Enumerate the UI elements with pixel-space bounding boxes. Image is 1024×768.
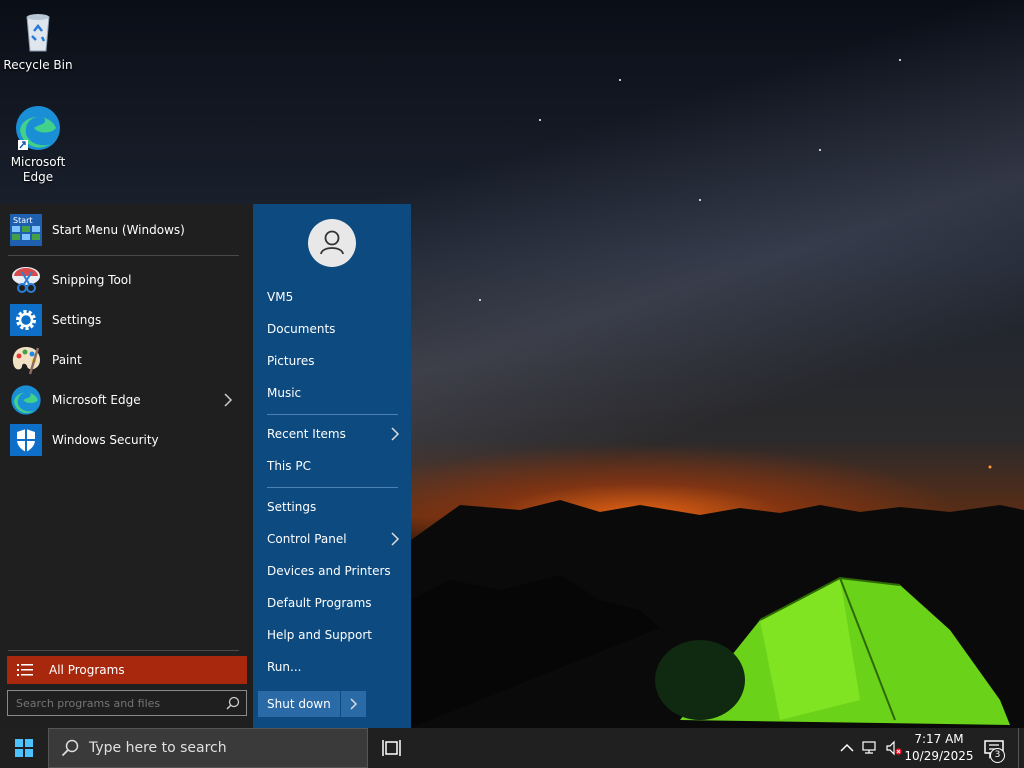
right-item-user[interactable]: VM5: [267, 284, 405, 310]
recycle-bin-icon: [26, 14, 50, 52]
start-menu: Start Start Menu (Windows) Snipping Tool…: [0, 204, 411, 728]
start-menu-right-pane: VM5 Documents Pictures Music Recent Item…: [253, 204, 411, 728]
clock[interactable]: 7:17 AM 10/29/2025: [904, 731, 974, 765]
right-item-label: Settings: [267, 500, 317, 514]
right-item-documents[interactable]: Documents: [267, 316, 405, 342]
app-label: Paint: [52, 353, 82, 367]
separator: [8, 255, 239, 256]
search-icon: [226, 696, 240, 710]
app-windows-security[interactable]: Windows Security: [8, 422, 246, 458]
snipping-tool-icon: [12, 267, 40, 293]
desktop-icon-edge[interactable]: Microsoft Edge: [3, 104, 73, 185]
app-snipping-tool[interactable]: Snipping Tool: [8, 262, 246, 298]
app-paint[interactable]: Paint: [8, 342, 246, 378]
right-item-pictures[interactable]: Pictures: [267, 348, 405, 374]
right-item-music[interactable]: Music: [267, 380, 405, 406]
right-item-devices-and-printers[interactable]: Devices and Printers: [267, 558, 405, 584]
chevron-right-icon: [391, 427, 400, 441]
app-label: Snipping Tool: [52, 273, 132, 287]
start-search-box[interactable]: [7, 690, 247, 716]
edge-icon: [11, 385, 41, 415]
task-view-icon[interactable]: [380, 736, 404, 760]
shutdown-button[interactable]: Shut down: [258, 691, 340, 717]
notification-count-badge: 3: [990, 748, 1005, 763]
right-item-recent-items[interactable]: Recent Items: [267, 421, 405, 447]
app-label: Start Menu (Windows): [52, 223, 185, 237]
desktop-icon-label: Microsoft Edge: [10, 155, 66, 184]
clock-time: 7:17 AM: [914, 732, 964, 746]
app-label: Microsoft Edge: [52, 393, 141, 407]
right-item-label: Pictures: [267, 354, 315, 368]
right-item-label: Run...: [267, 660, 302, 674]
right-item-label: VM5: [267, 290, 294, 304]
shutdown-options-button[interactable]: [340, 691, 366, 717]
right-item-settings[interactable]: Settings: [267, 494, 405, 520]
all-programs-button[interactable]: All Programs: [7, 656, 247, 684]
svg-text:Start: Start: [13, 216, 33, 225]
start-button[interactable]: [0, 728, 48, 768]
clock-date: 10/29/2025: [904, 749, 974, 763]
right-item-this-pc[interactable]: This PC: [267, 453, 405, 479]
right-item-label: Documents: [267, 322, 336, 336]
paint-palette-icon: [12, 347, 40, 375]
app-label: Settings: [52, 313, 102, 327]
start-search-input[interactable]: [14, 695, 218, 711]
shutdown-label: Shut down: [267, 697, 331, 711]
desktop-icon-label: Recycle Bin: [3, 58, 73, 72]
chevron-right-icon[interactable]: [220, 392, 236, 408]
right-item-default-programs[interactable]: Default Programs: [267, 590, 405, 616]
chevron-right-icon: [350, 698, 358, 710]
network-icon[interactable]: [862, 740, 878, 756]
chevron-up-icon[interactable]: [839, 740, 855, 756]
app-settings[interactable]: Settings: [8, 302, 246, 338]
chevron-right-icon: [391, 532, 400, 546]
start-menu-app-header[interactable]: Start Start Menu (Windows): [8, 212, 246, 248]
shield-icon: [10, 424, 42, 456]
right-item-label: This PC: [267, 459, 311, 473]
taskbar: Type here to search 7:17 AM 10/29/2025 3: [0, 728, 1024, 768]
search-icon: [61, 739, 79, 757]
desktop-icon-recycle-bin[interactable]: Recycle Bin: [3, 7, 73, 73]
right-item-label: Control Panel: [267, 532, 347, 546]
start-menu-app-icon: Start: [10, 214, 42, 246]
edge-icon: [16, 106, 60, 150]
taskbar-search-placeholder: Type here to search: [89, 740, 227, 756]
right-item-control-panel[interactable]: Control Panel: [267, 526, 405, 552]
list-icon: [17, 664, 33, 676]
user-avatar[interactable]: [308, 219, 356, 267]
user-icon: [320, 230, 344, 255]
right-item-label: Default Programs: [267, 596, 372, 610]
right-item-help-and-support[interactable]: Help and Support: [267, 622, 405, 648]
show-desktop-button[interactable]: [1018, 728, 1019, 768]
app-label: Windows Security: [52, 433, 159, 447]
separator: [267, 487, 398, 488]
separator: [8, 650, 239, 651]
windows-logo-icon: [15, 739, 33, 757]
app-microsoft-edge[interactable]: Microsoft Edge: [8, 382, 246, 418]
right-item-run[interactable]: Run...: [267, 654, 405, 680]
right-item-label: Music: [267, 386, 302, 400]
separator: [267, 414, 398, 415]
right-item-label: Help and Support: [267, 628, 372, 642]
all-programs-label: All Programs: [49, 663, 125, 677]
volume-muted-icon[interactable]: [886, 740, 902, 756]
settings-gear-icon: [10, 304, 42, 336]
right-item-label: Devices and Printers: [267, 564, 391, 578]
taskbar-search-box[interactable]: Type here to search: [48, 728, 368, 768]
right-item-label: Recent Items: [267, 427, 346, 441]
shutdown-group: Shut down: [258, 691, 366, 717]
start-menu-left-pane: Start Start Menu (Windows) Snipping Tool…: [0, 204, 253, 728]
